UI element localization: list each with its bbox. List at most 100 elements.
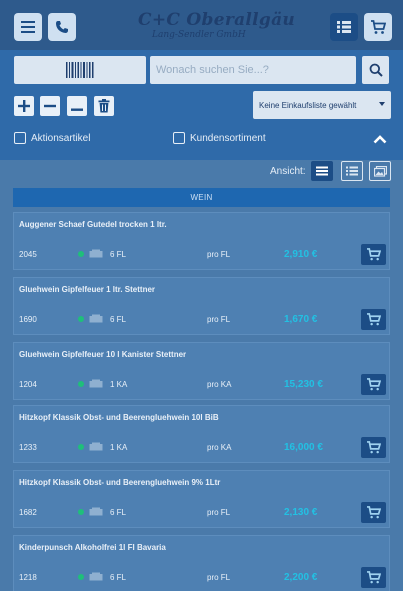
product-unit: 6 FL bbox=[110, 250, 127, 259]
chevron-down-icon bbox=[379, 102, 385, 106]
barcode-scan-button[interactable] bbox=[14, 56, 146, 84]
package-icon bbox=[89, 379, 103, 388]
availability-dot-icon bbox=[78, 316, 84, 322]
product-card[interactable]: Gluehwein Gipfelfeuer 1 ltr. Stettner 16… bbox=[13, 277, 390, 335]
product-price: 2,910 € bbox=[284, 249, 318, 260]
underline-icon bbox=[71, 108, 83, 111]
view-label: Ansicht: bbox=[270, 166, 306, 177]
cart-icon bbox=[367, 506, 381, 519]
brand-logo[interactable]: C+C Oberallgäu Lang-Sendler GmbH bbox=[138, 10, 295, 44]
product-unit: 6 FL bbox=[110, 315, 127, 324]
product-price: 2,200 € bbox=[284, 572, 318, 583]
product-unit: 6 FL bbox=[110, 508, 127, 517]
barcode-icon bbox=[66, 62, 94, 78]
package-icon bbox=[89, 507, 103, 516]
product-number: 1204 bbox=[19, 380, 37, 389]
product-title: Gluehwein Gipfelfeuer 10 l Kanister Stet… bbox=[19, 350, 187, 359]
product-number: 1690 bbox=[19, 315, 37, 324]
package-icon bbox=[89, 442, 103, 451]
clear-button[interactable] bbox=[67, 96, 87, 116]
search-input[interactable] bbox=[150, 56, 356, 84]
kundensortiment-label: Kundensortiment bbox=[190, 132, 266, 144]
product-number: 2045 bbox=[19, 250, 37, 259]
list-icon bbox=[346, 166, 358, 176]
product-unit: 1 KA bbox=[110, 380, 128, 389]
view-compact-button[interactable] bbox=[311, 161, 333, 181]
add-to-cart-button[interactable] bbox=[361, 309, 386, 330]
product-card[interactable]: Gluehwein Gipfelfeuer 10 l Kanister Stet… bbox=[13, 342, 390, 400]
app-screen: C+C Oberallgäu Lang-Sendler GmbH Wonach … bbox=[0, 0, 403, 591]
menu-button[interactable] bbox=[14, 13, 42, 41]
phone-icon bbox=[56, 21, 68, 33]
add-to-cart-button[interactable] bbox=[361, 502, 386, 523]
product-title: Gluehwein Gipfelfeuer 1 ltr. Stettner bbox=[19, 285, 156, 294]
image-icon bbox=[373, 165, 387, 177]
view-list-button[interactable] bbox=[341, 161, 363, 181]
product-card[interactable]: Hitzkopf Klassik Obst- und Beerengluehwe… bbox=[13, 405, 390, 463]
product-title: Kinderpunsch Alkoholfrei 1l Fl Bavaria bbox=[19, 543, 166, 552]
cart-icon bbox=[367, 441, 381, 454]
plus-icon bbox=[18, 100, 30, 112]
product-card[interactable]: Kinderpunsch Alkoholfrei 1l Fl Bavaria 1… bbox=[13, 535, 390, 591]
kundensortiment-checkbox[interactable] bbox=[173, 132, 185, 144]
cart-icon bbox=[367, 313, 381, 326]
view-gallery-button[interactable] bbox=[369, 161, 391, 181]
product-title: Hitzkopf Klassik Obst- und Beerengluehwe… bbox=[19, 413, 219, 422]
shopping-list-select[interactable]: Keine Einkaufsliste gewählt bbox=[253, 91, 391, 119]
minus-icon bbox=[44, 104, 56, 108]
package-icon bbox=[89, 314, 103, 323]
product-price-unit: pro FL bbox=[207, 250, 231, 259]
availability-dot-icon bbox=[78, 381, 84, 387]
search-icon bbox=[369, 63, 383, 77]
product-price-unit: pro FL bbox=[207, 508, 231, 517]
product-unit: 6 FL bbox=[110, 573, 127, 582]
availability-dot-icon bbox=[78, 574, 84, 580]
chevron-up-icon[interactable] bbox=[373, 134, 387, 144]
availability-dot-icon bbox=[78, 444, 84, 450]
add-to-cart-button[interactable] bbox=[361, 374, 386, 395]
availability-dot-icon bbox=[78, 251, 84, 257]
menu-icon bbox=[21, 21, 35, 33]
product-card[interactable]: Auggener Schaef Gutedel trocken 1 ltr. 2… bbox=[13, 212, 390, 270]
product-price: 1,670 € bbox=[284, 314, 318, 325]
shopping-list-button[interactable] bbox=[330, 13, 358, 41]
cart-icon bbox=[367, 378, 381, 391]
add-to-cart-button[interactable] bbox=[361, 244, 386, 265]
logo-sub-text: Lang-Sendler GmbH bbox=[152, 30, 246, 40]
add-to-cart-button[interactable] bbox=[361, 437, 386, 458]
product-price-unit: pro FL bbox=[207, 573, 231, 582]
product-price-unit: pro KA bbox=[207, 380, 232, 389]
product-number: 1682 bbox=[19, 508, 37, 517]
product-price: 16,000 € bbox=[284, 442, 323, 453]
filter-kundensortiment[interactable]: Kundensortiment bbox=[173, 132, 266, 144]
aktionsartikel-label: Aktionsartikel bbox=[31, 132, 91, 144]
add-to-cart-button[interactable] bbox=[361, 567, 386, 588]
cart-button[interactable] bbox=[364, 13, 392, 41]
trash-icon bbox=[98, 99, 110, 113]
aktionsartikel-checkbox[interactable] bbox=[14, 132, 26, 144]
menu-icon bbox=[316, 166, 328, 176]
cart-icon bbox=[367, 571, 381, 584]
product-price-unit: pro KA bbox=[207, 443, 232, 452]
delete-button[interactable] bbox=[94, 96, 114, 116]
package-icon bbox=[89, 572, 103, 581]
product-number: 1233 bbox=[19, 443, 37, 452]
product-unit: 1 KA bbox=[110, 443, 128, 452]
product-card[interactable]: Hitzkopf Klassik Obst- und Beerengluehwe… bbox=[13, 470, 390, 528]
phone-button[interactable] bbox=[48, 13, 76, 41]
list-view-icon bbox=[337, 21, 351, 33]
logo-main-text: C+C Oberallgäu bbox=[138, 10, 296, 30]
product-price: 15,230 € bbox=[284, 379, 323, 390]
product-price: 2,130 € bbox=[284, 507, 318, 518]
product-price-unit: pro FL bbox=[207, 315, 231, 324]
availability-dot-icon bbox=[78, 509, 84, 515]
filter-aktionsartikel[interactable]: Aktionsartikel bbox=[14, 132, 90, 144]
add-button[interactable] bbox=[14, 96, 34, 116]
package-icon bbox=[89, 249, 103, 258]
product-number: 1218 bbox=[19, 573, 37, 582]
search-button[interactable] bbox=[362, 56, 389, 84]
product-title: Hitzkopf Klassik Obst- und Beerengluehwe… bbox=[19, 478, 221, 487]
shopping-list-select-value: Keine Einkaufsliste gewählt bbox=[259, 100, 357, 110]
product-title: Auggener Schaef Gutedel trocken 1 ltr. bbox=[19, 220, 167, 229]
remove-button[interactable] bbox=[40, 96, 60, 116]
